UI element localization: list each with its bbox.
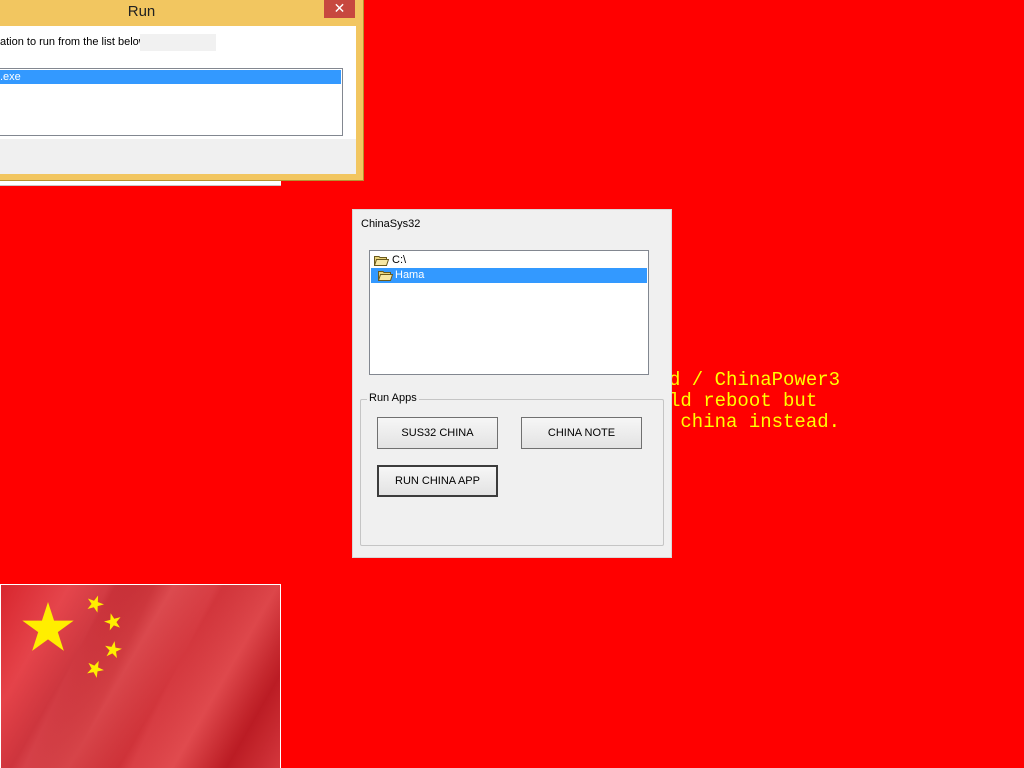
open-folder-icon [374,256,389,266]
run-dialog-footer [0,139,356,174]
run-china-app-button[interactable]: RUN CHINA APP [377,465,498,497]
run-dialog-title-bar[interactable]: Run [0,0,363,26]
folder-item-c-drive[interactable]: C:\ [371,253,647,268]
folder-list[interactable]: C:\ Hama [369,250,649,375]
run-program-list[interactable]: .exe [0,68,343,136]
china-flag-stars [1,585,280,768]
message-line-1: d / ChinaPower3 [669,369,841,391]
message-text: d / ChinaPower3 ld reboot but china inst… [669,370,840,433]
run-apps-group: Run Apps SUS32 CHINA CHINA NOTE RUN CHIN… [360,392,664,546]
run-instruction-text: ation to run from the list below. [0,36,150,48]
close-icon: ✕ [333,0,346,16]
message-line-2: ld reboot but [669,390,818,412]
open-folder-icon [378,271,393,281]
run-list-item[interactable]: .exe [0,70,341,84]
window-title: ChinaSys32 [361,218,421,230]
group-label: Run Apps [367,392,419,404]
folder-label: Hama [395,269,425,281]
run-dialog-body: ation to run from the list below. .exe [0,26,356,174]
message-line-3: china instead. [669,411,841,433]
chinasys32-window[interactable]: ChinaSys32 C:\ Hama Run Apps SUS32 CHINA… [352,209,672,558]
folder-label: C:\ [392,254,407,266]
run-dialog-title: Run [127,3,156,20]
china-flag-image [0,584,281,768]
china-note-button[interactable]: CHINA NOTE [521,417,642,449]
close-button[interactable]: ✕ [324,0,355,18]
run-dialog[interactable]: Run ✕ ation to run from the list below. … [0,0,364,181]
folder-item-hama[interactable]: Hama [371,268,647,283]
sus32-china-button[interactable]: SUS32 CHINA [377,417,498,449]
run-instruction-field [140,34,216,51]
